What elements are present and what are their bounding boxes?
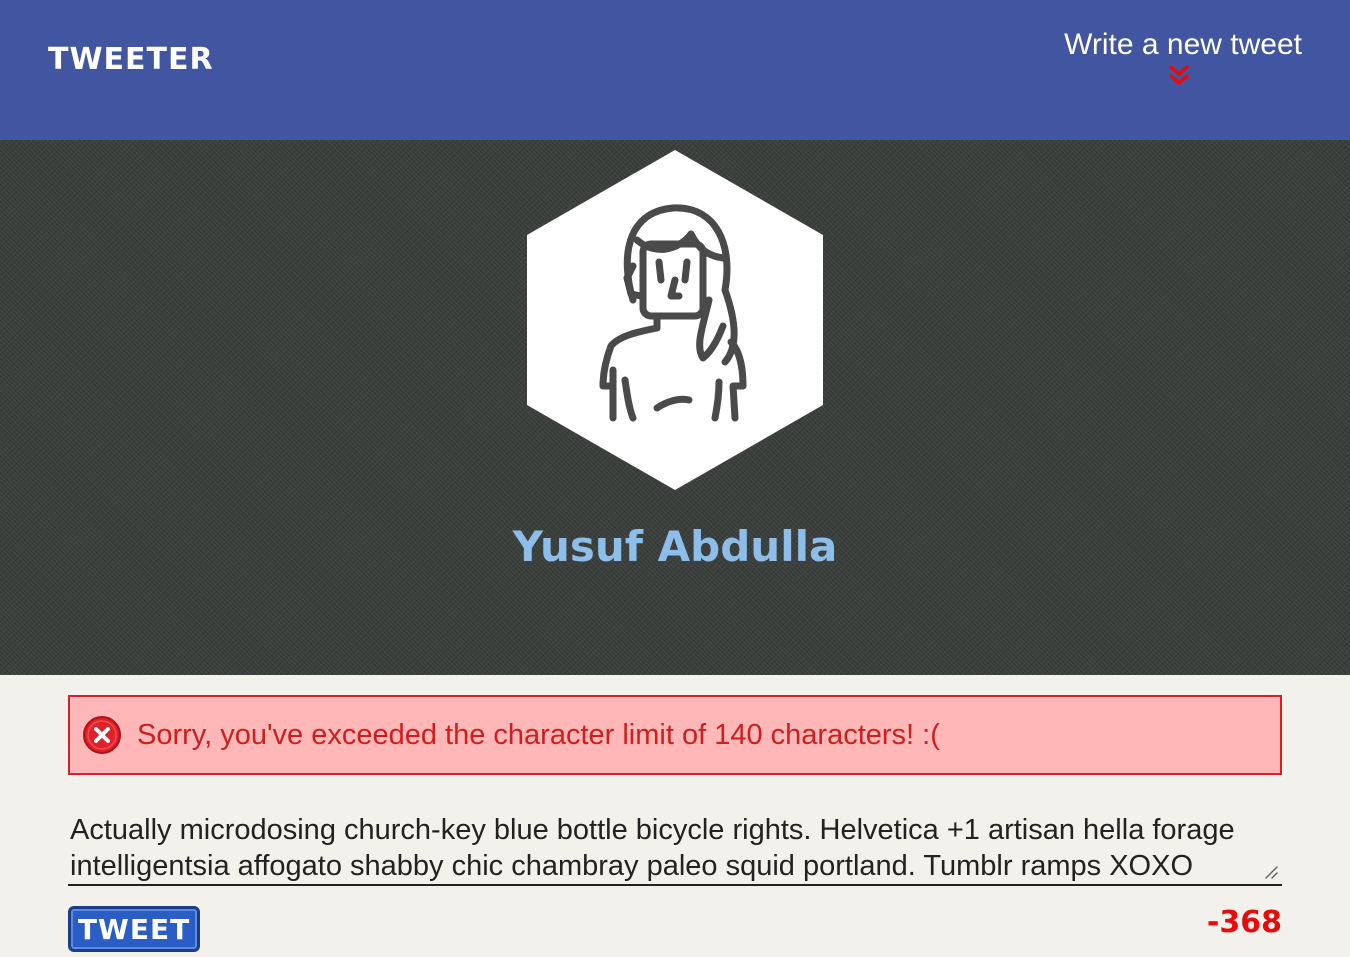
write-new-tweet-label[interactable]: Write a new tweet <box>1064 28 1302 62</box>
profile-header: Yusuf Abdulla <box>0 140 1350 675</box>
user-avatar-icon <box>527 150 823 490</box>
tweet-button[interactable]: TWEET <box>68 906 200 952</box>
user-name: Yusuf Abdulla <box>512 522 838 571</box>
navbar: TWEETER Write a new tweet <box>0 0 1350 140</box>
app-logo[interactable]: TWEETER <box>48 42 214 77</box>
double-chevron-down-icon[interactable] <box>1064 64 1294 90</box>
write-new-tweet-toggle[interactable]: Write a new tweet <box>1064 28 1302 90</box>
error-text: Sorry, you've exceeded the character lim… <box>137 718 940 751</box>
error-message: Sorry, you've exceeded the character lim… <box>68 695 1282 775</box>
tweet-textarea[interactable]: Actually microdosing church-key blue bot… <box>68 810 1282 886</box>
error-x-circle-icon <box>83 716 121 754</box>
character-counter: -368 <box>1206 905 1282 940</box>
resize-handle-icon[interactable] <box>1263 864 1279 880</box>
avatar <box>527 150 823 490</box>
